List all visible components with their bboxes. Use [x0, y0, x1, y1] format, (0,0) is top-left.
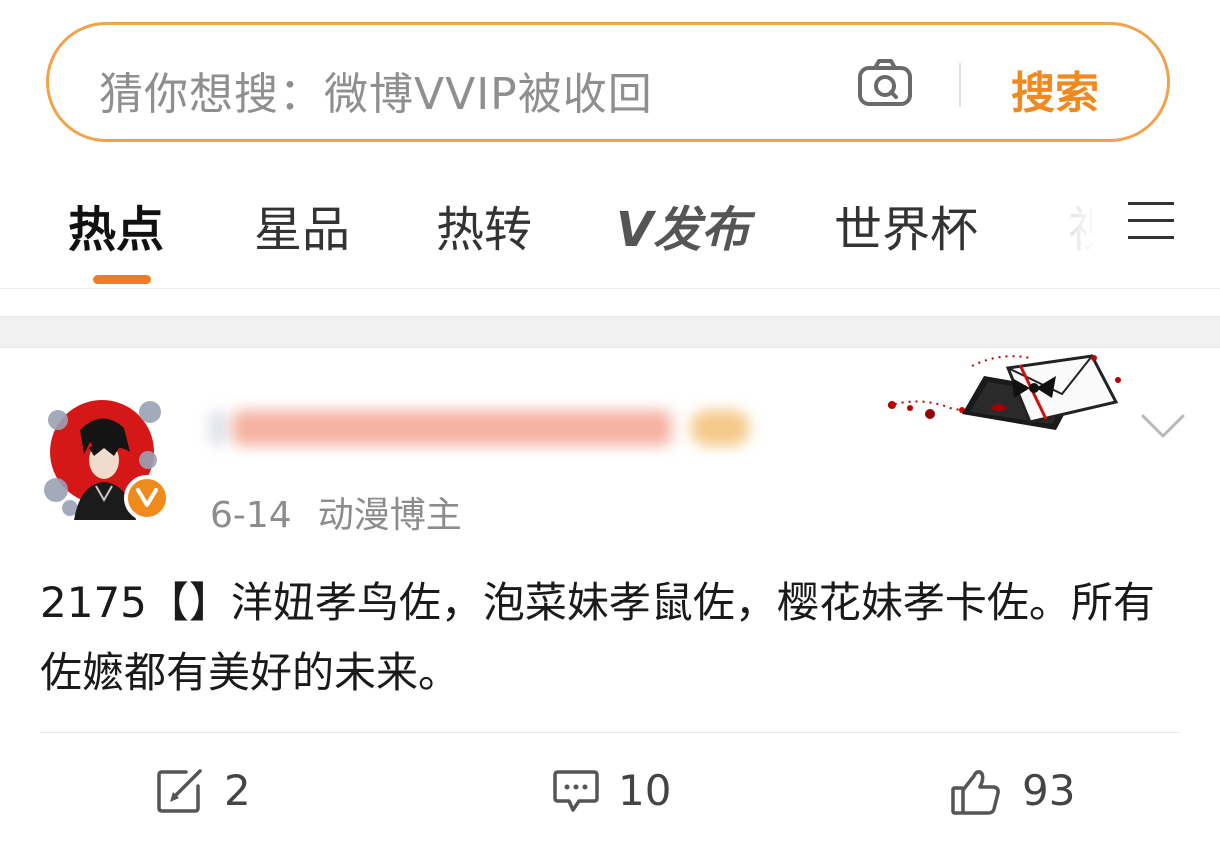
channel-tab-bar: 热点 星品 热转 V发布 世界杯 视 [0, 158, 1220, 289]
tab-world-cup[interactable]: 世界杯 [834, 190, 978, 260]
tab-hot-reposts[interactable]: 热转 [436, 190, 532, 260]
search-button[interactable]: 搜索 [1011, 57, 1099, 121]
repost-button[interactable]: 2 [156, 762, 266, 822]
tab-hot[interactable]: 热点 [68, 190, 164, 260]
chevron-down-icon[interactable] [1140, 412, 1186, 440]
search-input[interactable]: 猜你想搜：微博VVIP被收回 [99, 58, 653, 122]
tab-star-products[interactable]: 星品 [254, 190, 350, 260]
post-text: 2175【】洋妞孝鸟佐，泡菜妹孝鼠佐，樱花妹孝卡佐。所有佐嬷都有美好的未来。 [40, 578, 1155, 697]
like-count: 93 [1022, 766, 1076, 815]
menu-icon[interactable] [1128, 202, 1174, 240]
action-divider [40, 732, 1180, 733]
verified-badge-icon [124, 475, 170, 521]
username-blurred[interactable] [210, 404, 760, 454]
active-tab-indicator [93, 275, 151, 284]
thumbs-up-icon [951, 770, 1000, 815]
section-gap [0, 316, 1220, 348]
camera-icon[interactable] [857, 59, 913, 107]
tab-v-release[interactable]: V发布 [616, 190, 749, 260]
comment-icon [553, 770, 599, 812]
search-bar[interactable]: 猜你想搜：微博VVIP被收回 搜索 [46, 22, 1170, 142]
repost-count: 2 [224, 766, 251, 815]
comment-count: 10 [618, 766, 672, 815]
post-date: 6-14 [210, 495, 292, 536]
post-meta: 6-14 动漫博主 [210, 486, 462, 538]
envelope-decoration-icon [880, 348, 1140, 448]
comment-button[interactable]: 10 [552, 762, 682, 822]
tab-overflow-fade [1040, 178, 1120, 258]
repost-icon [157, 769, 202, 813]
like-button[interactable]: 93 [950, 762, 1090, 822]
author-tag: 动漫博主 [317, 495, 462, 536]
search-divider [959, 63, 961, 107]
